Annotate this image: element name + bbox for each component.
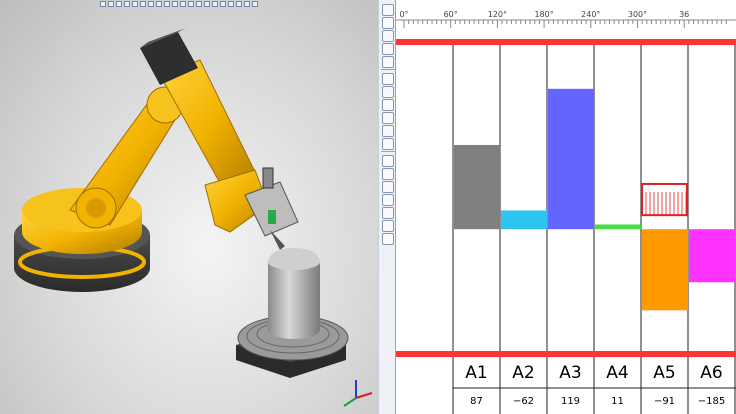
view-tool-icon[interactable] [382, 220, 394, 232]
joint-bar-a2 [501, 210, 547, 230]
scale-tick-label: 120° [488, 10, 507, 19]
toolbar-separator [381, 69, 395, 70]
joint-name-a6: A6 [700, 363, 722, 383]
scale-tick-label: 300° [628, 10, 647, 19]
view-tool-icon[interactable] [382, 4, 394, 16]
scale-tick-label: 36 [679, 10, 689, 19]
top-toolbar-icon[interactable] [220, 1, 226, 7]
view-tool-icon[interactable] [382, 138, 394, 150]
view-tool-icon[interactable] [382, 30, 394, 42]
top-toolbar-icon[interactable] [140, 1, 146, 7]
top-toolbar-icon[interactable] [252, 1, 258, 7]
joint-bar-a1 [454, 144, 500, 230]
top-toolbar-icon[interactable] [132, 1, 138, 7]
scale-tick-label: 240° [581, 10, 600, 19]
joint-name-a5: A5 [653, 363, 675, 383]
view-tool-icon[interactable] [382, 233, 394, 245]
joint-name-a1: A1 [465, 363, 487, 383]
joint-bar-a5 [642, 229, 688, 311]
joint-name-a4: A4 [606, 363, 628, 383]
top-toolbar-icon[interactable] [188, 1, 194, 7]
joint-value-a1: 87 [470, 396, 483, 407]
joint-bar-a4 [595, 224, 641, 230]
top-toolbar-icon[interactable] [244, 1, 250, 7]
robot-scene [14, 28, 373, 407]
view-tool-icon[interactable] [382, 43, 394, 55]
xyz-axis-icon [343, 380, 373, 407]
joint-angle-panel: 0° 60° 120° 180° 240° 300° 36 A1 87 A2 −62 A3 119 A4 1… [396, 0, 736, 414]
workpiece [236, 248, 349, 378]
joint-value-a5: −91 [654, 396, 675, 407]
top-toolbar-icon[interactable] [108, 1, 114, 7]
view-tool-icon[interactable] [382, 155, 394, 167]
joint-value-a3: 119 [561, 396, 580, 407]
view-tool-icon[interactable] [382, 181, 394, 193]
scale-tick-label: 60° [444, 10, 458, 19]
joint-limit-highlight [641, 182, 688, 217]
view-tool-icon[interactable] [382, 207, 394, 219]
joint-bar-a6 [689, 229, 735, 283]
joint-name-a2: A2 [512, 363, 534, 383]
view-tool-icon[interactable] [382, 56, 394, 68]
view-tool-icon[interactable] [382, 73, 394, 85]
view-tool-icon[interactable] [382, 17, 394, 29]
top-toolbar-icon[interactable] [116, 1, 122, 7]
top-toolbar-icon[interactable] [204, 1, 210, 7]
view-tool-icon[interactable] [382, 168, 394, 180]
view-tool-icon[interactable] [382, 112, 394, 124]
top-toolbar-icon[interactable] [212, 1, 218, 7]
view-tool-icon[interactable] [382, 125, 394, 137]
joint-value-a4: 11 [611, 396, 624, 407]
vertical-toolbar [378, 0, 396, 414]
top-toolbar-icon[interactable] [236, 1, 242, 7]
joint-angle-chart: 0° 60° 120° 180° 240° 300° 36 A1 87 A2 −62 A3 119 A4 1… [396, 10, 736, 414]
toolbar-separator [381, 151, 395, 152]
scale-tick-label: 180° [534, 10, 553, 19]
top-toolbar-icon[interactable] [148, 1, 154, 7]
view-tool-icon[interactable] [382, 86, 394, 98]
joint-value-a2: −62 [513, 396, 534, 407]
top-toolbar [100, 0, 276, 8]
top-toolbar-icon[interactable] [156, 1, 162, 7]
top-toolbar-icon[interactable] [164, 1, 170, 7]
top-toolbar-icon[interactable] [228, 1, 234, 7]
view-tool-icon[interactable] [382, 99, 394, 111]
top-toolbar-icon[interactable] [172, 1, 178, 7]
top-toolbar-icon[interactable] [124, 1, 130, 7]
top-toolbar-icon[interactable] [196, 1, 202, 7]
scale-tick-label: 0° [399, 10, 408, 19]
top-toolbar-icon[interactable] [100, 1, 106, 7]
3d-viewport[interactable] [0, 0, 378, 414]
joint-bar-a3 [548, 88, 594, 230]
joint-name-a3: A3 [559, 363, 581, 383]
top-toolbar-icon[interactable] [180, 1, 186, 7]
view-tool-icon[interactable] [382, 194, 394, 206]
joint-value-a6: −185 [698, 396, 725, 407]
